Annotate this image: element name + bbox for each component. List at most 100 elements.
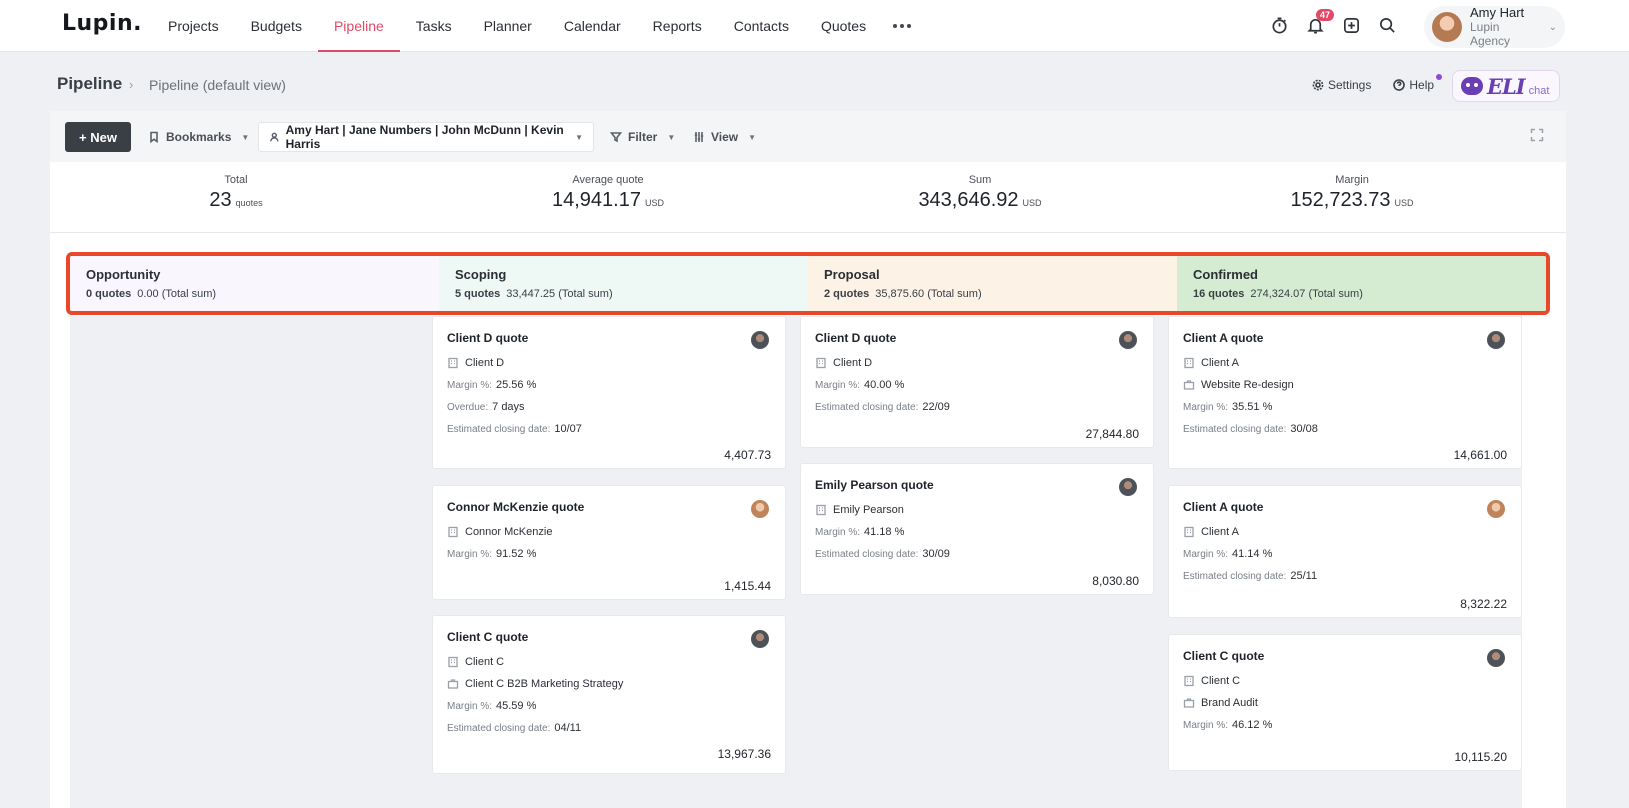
sliders-icon xyxy=(694,132,704,142)
filter-dropdown[interactable]: Filter ▼ xyxy=(610,122,675,152)
building-icon xyxy=(816,357,826,369)
bookmarks-dropdown[interactable]: Bookmarks ▼ xyxy=(148,122,249,152)
stage-confirmed[interactable]: Confirmed 16 quotes 274,324.07 (Total sum… xyxy=(1177,256,1546,311)
briefcase-icon xyxy=(1183,380,1195,390)
new-quote-button[interactable]: + New xyxy=(65,122,131,152)
building-icon xyxy=(1184,526,1194,538)
stat-label: Margin xyxy=(1335,174,1369,186)
nav-reports[interactable]: Reports xyxy=(637,0,718,52)
stage-count: 2 quotes xyxy=(824,288,870,300)
nav-contacts[interactable]: Contacts xyxy=(718,0,805,52)
more-nav-button[interactable] xyxy=(882,0,922,52)
caret-down-icon: ▼ xyxy=(667,132,676,142)
timer-button[interactable] xyxy=(1266,10,1292,40)
user-icon xyxy=(270,132,279,142)
user-avatar xyxy=(1432,12,1462,42)
margin-value: 46.12 % xyxy=(1232,719,1273,731)
closing-date-value: 10/07 xyxy=(554,423,582,435)
closing-date-label: Estimated closing date: xyxy=(447,722,551,734)
nav-calendar[interactable]: Calendar xyxy=(548,0,637,52)
chevron-down-icon: ⌄ xyxy=(1548,21,1557,33)
margin-label: Margin %: xyxy=(447,548,493,560)
create-button[interactable] xyxy=(1338,10,1364,40)
stat-unit: USD xyxy=(1394,198,1414,208)
quote-title: Client A quote xyxy=(1183,500,1264,514)
people-filter-value: Amy Hart | Jane Numbers | John McDunn | … xyxy=(285,123,564,151)
quote-title: Client D quote xyxy=(815,331,897,345)
app-logo[interactable]: Lupin. xyxy=(62,11,142,36)
nav-planner[interactable]: Planner xyxy=(468,0,548,52)
client-name: Client A xyxy=(1201,357,1239,369)
view-dropdown[interactable]: View ▼ xyxy=(693,122,756,152)
quote-total: 8,322.22 xyxy=(1460,597,1507,611)
margin-label: Margin %: xyxy=(1183,719,1229,731)
page-title: Pipeline xyxy=(57,74,123,93)
search-button[interactable] xyxy=(1374,10,1400,40)
quote-total: 13,967.36 xyxy=(717,747,771,761)
nav-tasks[interactable]: Tasks xyxy=(400,0,468,52)
stat-unit: quotes xyxy=(235,198,263,208)
project-name: Brand Audit xyxy=(1201,697,1258,709)
stage-sum: 274,324.07 (Total sum) xyxy=(1250,288,1363,300)
pipeline-stages: Opportunity 0 quotes 0.00 (Total sum) Sco… xyxy=(66,252,1550,315)
stage-count: 16 quotes xyxy=(1193,288,1245,300)
stat-label: Total xyxy=(224,174,248,186)
quote-title: Client C quote xyxy=(1183,649,1265,663)
quote-card[interactable]: Client C quote Client C Brand Audit Marg… xyxy=(1168,634,1522,771)
stat-label: Sum xyxy=(968,174,992,186)
quote-card[interactable]: Client C quote Client C Client C B2B Mar… xyxy=(432,615,786,774)
owner-avatar xyxy=(1487,500,1505,518)
quote-card[interactable]: Client D quote Client D Margin %: 40.00 %… xyxy=(800,316,1154,448)
gear-icon xyxy=(1312,79,1324,91)
stage-scoping[interactable]: Scoping 5 quotes 33,447.25 (Total sum) xyxy=(439,256,808,311)
user-name: Amy Hart xyxy=(1470,5,1525,20)
quote-card[interactable]: Client A quote Client A Margin %: 41.14 %… xyxy=(1168,485,1522,618)
project-name: Website Re-design xyxy=(1201,379,1294,391)
margin-value: 40.00 % xyxy=(864,379,905,391)
column-opportunity xyxy=(70,316,424,808)
stat-average-quote: Average quote 14,941.17 USD xyxy=(422,174,794,212)
stat-value: 152,723.73 xyxy=(1290,189,1391,211)
client-name: Connor McKenzie xyxy=(465,526,553,538)
settings-button[interactable]: Settings xyxy=(1312,78,1371,92)
stat-total: Total 23 quotes xyxy=(50,174,422,212)
closing-date-label: Estimated closing date: xyxy=(815,548,919,560)
owner-avatar xyxy=(1487,331,1505,349)
closing-date-label: Estimated closing date: xyxy=(815,401,919,413)
stage-name: Proposal xyxy=(824,267,880,282)
building-icon xyxy=(1184,357,1194,369)
margin-label: Margin %: xyxy=(447,700,493,712)
notifications-button[interactable]: 47 xyxy=(1302,9,1334,40)
breadcrumb-separator-icon: › xyxy=(129,77,134,92)
help-indicator-dot xyxy=(1436,74,1443,80)
breadcrumb[interactable]: Pipeline (default view) xyxy=(149,77,286,93)
stage-opportunity[interactable]: Opportunity 0 quotes 0.00 (Total sum) xyxy=(70,256,439,311)
notification-badge: 47 xyxy=(1315,9,1334,21)
stage-count: 0 quotes xyxy=(86,288,132,300)
closing-date-value: 25/11 xyxy=(1290,570,1318,582)
stage-proposal[interactable]: Proposal 2 quotes 35,875.60 (Total sum) xyxy=(808,256,1177,311)
eli-chat-button[interactable]: ELI chat xyxy=(1452,70,1560,102)
quote-card[interactable]: Client D quote Client D Margin %: 25.56 %… xyxy=(432,316,786,469)
quote-card[interactable]: Client A quote Client A Website Re-desig… xyxy=(1168,316,1522,469)
quote-card[interactable]: Emily Pearson quote Emily Pearson Margin… xyxy=(800,463,1154,595)
user-menu[interactable]: Amy Hart Lupin Agency ⌄ xyxy=(1424,6,1565,48)
nav-budgets[interactable]: Budgets xyxy=(235,0,318,52)
help-label: Help xyxy=(1409,78,1435,92)
nav-projects[interactable]: Projects xyxy=(152,0,235,52)
stat-unit: USD xyxy=(644,198,664,208)
header-actions: Settings Help xyxy=(1312,74,1443,92)
people-filter-dropdown[interactable]: Amy Hart | Jane Numbers | John McDunn | … xyxy=(258,122,594,152)
stage-sum: 35,875.60 (Total sum) xyxy=(875,288,982,300)
fullscreen-button[interactable] xyxy=(1530,128,1544,142)
nav-quotes[interactable]: Quotes xyxy=(805,0,882,52)
margin-label: Margin %: xyxy=(1183,401,1229,413)
quote-total: 14,661.00 xyxy=(1453,448,1507,462)
help-button[interactable]: Help xyxy=(1393,74,1443,92)
top-actions: 47 xyxy=(1266,9,1400,40)
margin-value: 91.52 % xyxy=(496,548,537,560)
filter-label: Filter xyxy=(628,130,658,144)
quote-card[interactable]: Connor McKenzie quote Connor McKenzie Ma… xyxy=(432,485,786,600)
nav-pipeline[interactable]: Pipeline xyxy=(317,0,400,52)
briefcase-icon xyxy=(1183,698,1195,708)
